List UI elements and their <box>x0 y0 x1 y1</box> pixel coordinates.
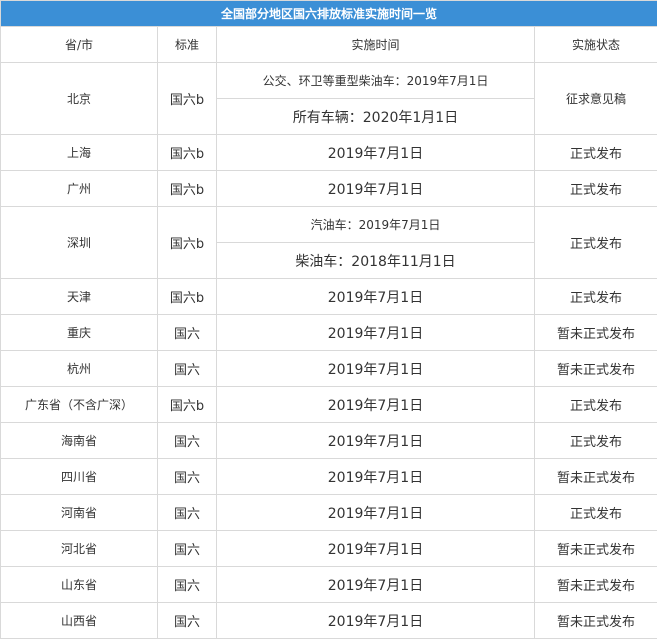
table-row: 海南省 国六 2019年7月1日 正式发布 <box>0 422 657 459</box>
province-cell: 天津 <box>0 278 158 315</box>
standard-cell: 国六b <box>157 278 217 315</box>
status-cell: 暂未正式发布 <box>533 566 657 603</box>
implementation-date-cell: 2019年7月1日 <box>216 134 535 171</box>
table-row: 天津 国六b 2019年7月1日 正式发布 <box>0 278 657 315</box>
implementation-date-cell: 2019年7月1日 <box>216 170 535 207</box>
implementation-date-cell: 2019年7月1日 <box>216 278 535 315</box>
status-cell: 征求意见稿 <box>533 62 657 135</box>
header-standard: 标准 <box>157 26 217 63</box>
standard-cell: 国六 <box>157 422 217 459</box>
table-title: 全国部分地区国六排放标准实施时间一览 <box>0 0 657 27</box>
implementation-date-cell: 2019年7月1日 <box>216 386 535 423</box>
table-row: 深圳 国六b 汽油车：2019年7月1日 正式发布 <box>0 206 657 279</box>
table-title-row: 全国部分地区国六排放标准实施时间一览 <box>0 0 657 27</box>
status-cell: 暂未正式发布 <box>533 602 657 639</box>
table-row: 杭州 国六 2019年7月1日 暂未正式发布 <box>0 350 657 387</box>
standard-cell: 国六 <box>157 494 217 531</box>
province-cell: 河南省 <box>0 494 158 531</box>
standard-cell: 国六b <box>157 134 217 171</box>
status-cell: 暂未正式发布 <box>533 350 657 387</box>
implementation-date-cell: 2019年7月1日 <box>216 314 535 351</box>
standard-cell: 国六b <box>157 386 217 423</box>
province-cell: 广东省（不含广深） <box>0 386 158 423</box>
implementation-date-cell: 公交、环卫等重型柴油车：2019年7月1日 <box>216 62 535 99</box>
standard-cell: 国六b <box>157 170 217 207</box>
implementation-date-cell: 2019年7月1日 <box>216 602 535 639</box>
province-cell: 海南省 <box>0 422 158 459</box>
implementation-date-cell: 2019年7月1日 <box>216 422 535 459</box>
status-cell: 暂未正式发布 <box>533 314 657 351</box>
standard-cell: 国六b <box>157 206 217 279</box>
implementation-date-cell: 2019年7月1日 <box>216 458 535 495</box>
table-row: 山东省 国六 2019年7月1日 暂未正式发布 <box>0 566 657 603</box>
implementation-date-cell: 柴油车：2018年11月1日 <box>216 242 535 279</box>
province-cell: 北京 <box>0 62 158 135</box>
standard-cell: 国六 <box>157 314 217 351</box>
status-cell: 正式发布 <box>533 170 657 207</box>
table-body: 北京 国六b 公交、环卫等重型柴油车：2019年7月1日 征求意见稿 所有车辆：2020… <box>0 62 657 639</box>
table-row: 北京 国六b 公交、环卫等重型柴油车：2019年7月1日 征求意见稿 <box>0 62 657 135</box>
table-row: 河南省 国六 2019年7月1日 正式发布 <box>0 494 657 531</box>
province-cell: 四川省 <box>0 458 158 495</box>
standard-cell: 国六 <box>157 530 217 567</box>
implementation-date-cell: 2019年7月1日 <box>216 566 535 603</box>
header-implementation-date: 实施时间 <box>216 26 535 63</box>
table-row: 上海 国六b 2019年7月1日 正式发布 <box>0 134 657 171</box>
implementation-date-cell: 汽油车：2019年7月1日 <box>216 206 535 243</box>
table-row: 河北省 国六 2019年7月1日 暂未正式发布 <box>0 530 657 567</box>
emission-standard-table: 全国部分地区国六排放标准实施时间一览 省/市 标准 实施时间 实施状态 北京 国六… <box>0 0 657 639</box>
implementation-date-cell: 2019年7月1日 <box>216 350 535 387</box>
status-cell: 正式发布 <box>533 386 657 423</box>
standard-cell: 国六 <box>157 350 217 387</box>
table-row: 四川省 国六 2019年7月1日 暂未正式发布 <box>0 458 657 495</box>
implementation-date-cell: 2019年7月1日 <box>216 530 535 567</box>
province-cell: 山东省 <box>0 566 158 603</box>
standard-cell: 国六 <box>157 602 217 639</box>
header-status: 实施状态 <box>533 26 657 63</box>
province-cell: 山西省 <box>0 602 158 639</box>
status-cell: 暂未正式发布 <box>533 530 657 567</box>
status-cell: 正式发布 <box>533 422 657 459</box>
province-cell: 上海 <box>0 134 158 171</box>
province-cell: 深圳 <box>0 206 158 279</box>
standard-cell: 国六b <box>157 62 217 135</box>
province-cell: 杭州 <box>0 350 158 387</box>
province-cell: 河北省 <box>0 530 158 567</box>
status-cell: 正式发布 <box>533 278 657 315</box>
table-row: 广州 国六b 2019年7月1日 正式发布 <box>0 170 657 207</box>
province-cell: 广州 <box>0 170 158 207</box>
table-row: 山西省 国六 2019年7月1日 暂未正式发布 <box>0 602 657 639</box>
status-cell: 正式发布 <box>533 134 657 171</box>
status-cell: 暂未正式发布 <box>533 458 657 495</box>
table-row: 重庆 国六 2019年7月1日 暂未正式发布 <box>0 314 657 351</box>
header-province: 省/市 <box>0 26 158 63</box>
province-cell: 重庆 <box>0 314 158 351</box>
table-header-row: 省/市 标准 实施时间 实施状态 <box>0 26 657 63</box>
status-cell: 正式发布 <box>533 206 657 279</box>
implementation-date-cell: 2019年7月1日 <box>216 494 535 531</box>
standard-cell: 国六 <box>157 566 217 603</box>
page: 全国部分地区国六排放标准实施时间一览 省/市 标准 实施时间 实施状态 北京 国六… <box>0 0 657 640</box>
implementation-date-cell: 所有车辆：2020年1月1日 <box>216 98 535 135</box>
table-row: 广东省（不含广深） 国六b 2019年7月1日 正式发布 <box>0 386 657 423</box>
standard-cell: 国六 <box>157 458 217 495</box>
status-cell: 正式发布 <box>533 494 657 531</box>
